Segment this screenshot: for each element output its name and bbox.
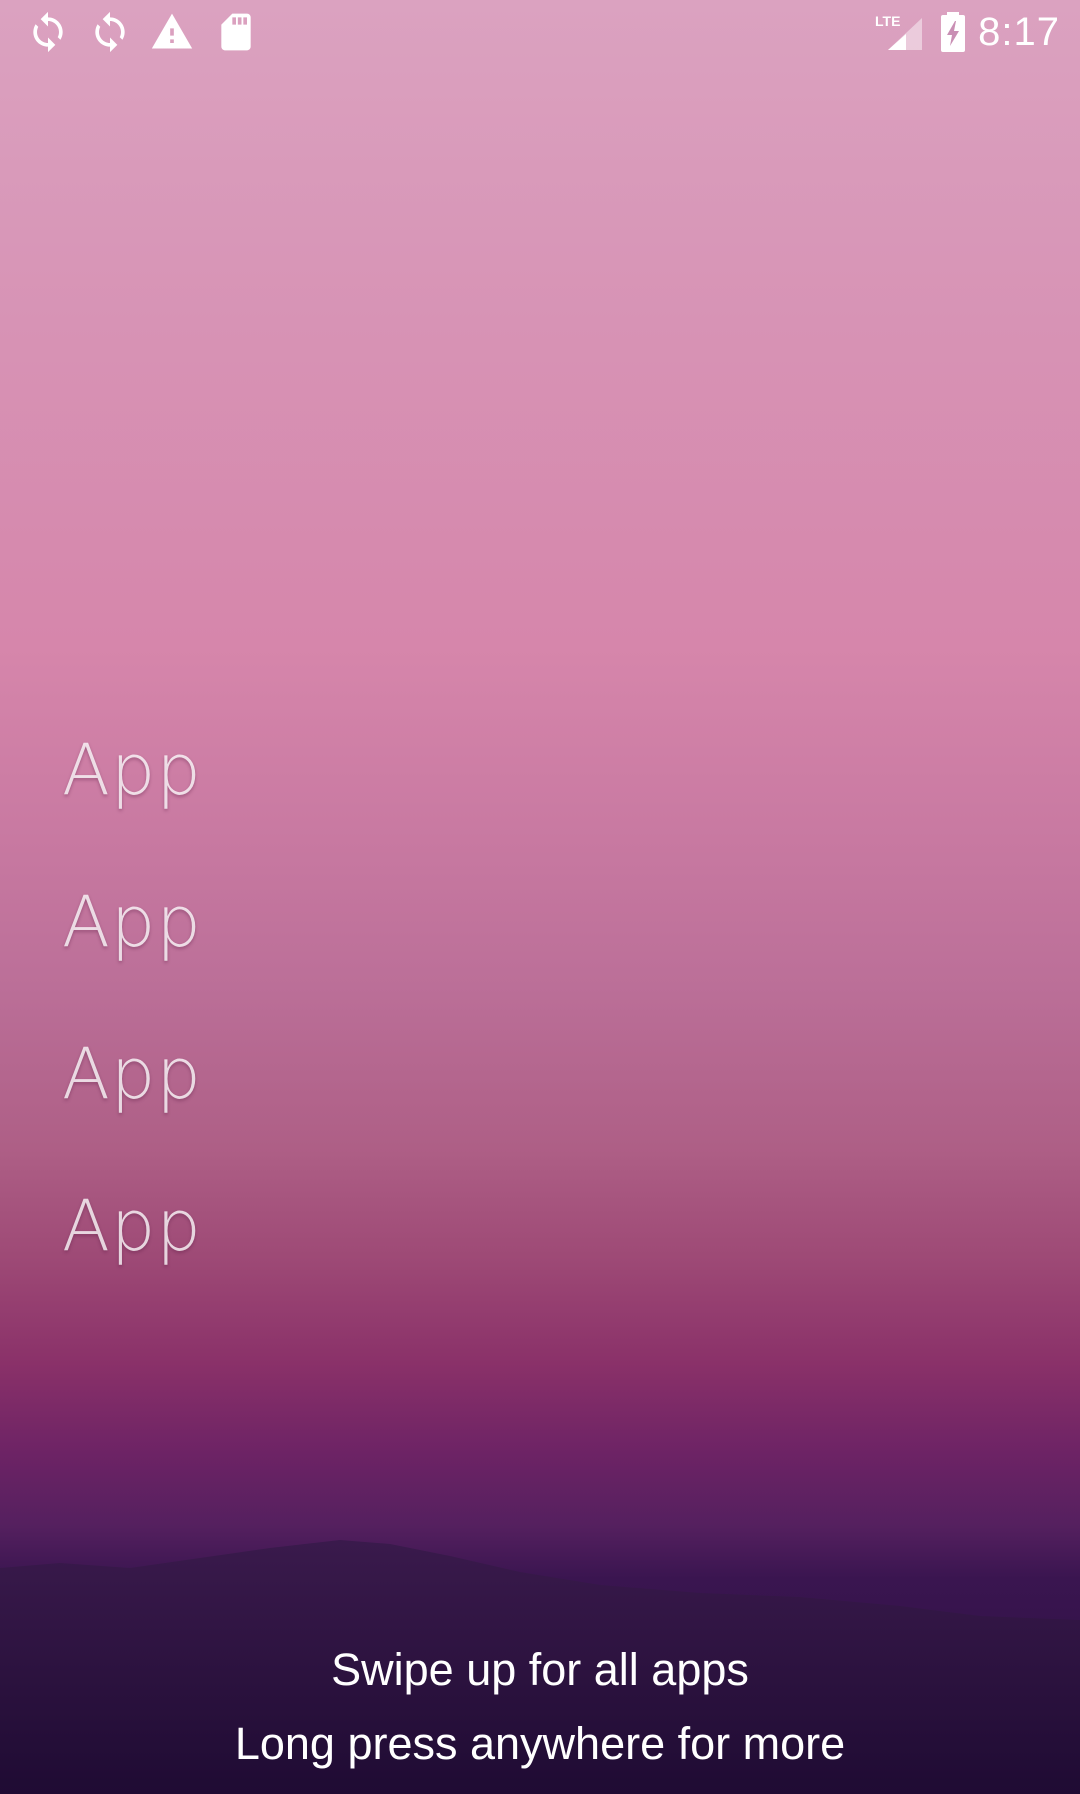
- long-press-hint: Long press anywhere for more: [234, 1718, 846, 1769]
- status-time: 8:17: [978, 10, 1060, 54]
- favorites-list: App App App App: [62, 730, 462, 1338]
- warning-icon: [150, 10, 194, 54]
- lte-label: LTE: [875, 13, 900, 29]
- favorite-app-2[interactable]: App: [62, 882, 462, 962]
- lte-signal-icon: LTE: [874, 10, 924, 54]
- sd-card-icon: [214, 10, 258, 54]
- sync-icon: [88, 10, 132, 54]
- favorite-app-3[interactable]: App: [62, 1034, 462, 1114]
- favorite-app-4[interactable]: App: [62, 1186, 462, 1266]
- status-bar: LTE 8:17: [0, 0, 1080, 63]
- favorite-app-1[interactable]: App: [62, 730, 462, 810]
- sync-icon: [26, 10, 70, 54]
- battery-charging-icon: [938, 10, 968, 54]
- swipe-up-hint: Swipe up for all apps: [331, 1644, 749, 1695]
